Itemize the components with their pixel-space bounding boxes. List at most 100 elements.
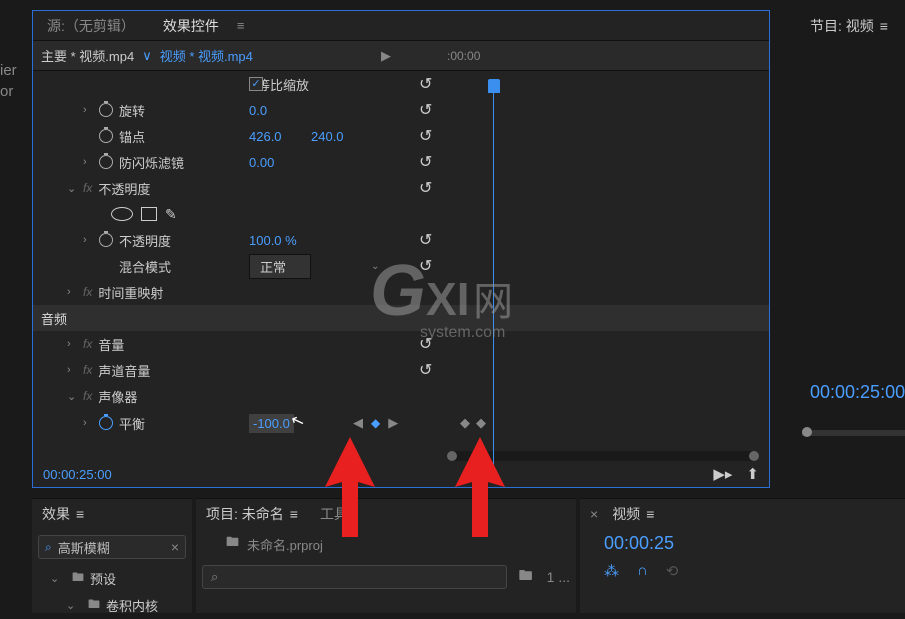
next-keyframe-icon[interactable]: ▶	[388, 415, 398, 431]
tree-presets[interactable]: ⌄ 🖿 预设	[32, 565, 192, 592]
prop-value-y[interactable]: 240.0	[311, 129, 344, 144]
twisty-icon[interactable]: ›	[67, 364, 77, 376]
link-icon[interactable]: ⟲	[666, 562, 679, 580]
reset-icon[interactable]: ↺	[419, 256, 432, 276]
timeline-panel: × 视频 ≡ 00:00:25 ⁂ ∩ ⟲	[580, 498, 905, 613]
program-timecode[interactable]: 00:00:25:00	[810, 382, 905, 403]
magnet-icon[interactable]: ∩	[637, 562, 648, 580]
twisty-icon[interactable]: ›	[67, 338, 77, 350]
reset-icon[interactable]: ↺	[419, 178, 432, 198]
section-channel-volume: › fx 声道音量 ↺	[33, 357, 769, 383]
ellipse-mask-icon[interactable]	[111, 207, 133, 221]
fx-badge-icon[interactable]: fx	[83, 337, 92, 351]
prev-keyframe-icon[interactable]: ◀	[353, 415, 363, 431]
section-label: 时间重映射	[98, 283, 163, 302]
prop-label: 锚点	[119, 127, 145, 146]
twisty-icon[interactable]: ›	[83, 104, 93, 116]
tab-timeline[interactable]: 视频	[612, 504, 640, 524]
scroll-handle-right[interactable]	[749, 451, 759, 461]
panel-footer: 00:00:25:00 ▶▸ ⬆	[33, 461, 769, 487]
stopwatch-icon[interactable]	[99, 155, 113, 169]
prop-opacity: › 不透明度 100.0 % ↺	[33, 227, 769, 253]
reset-icon[interactable]: ↺	[419, 360, 432, 380]
timeline-timecode[interactable]: 00:00:25	[580, 529, 905, 558]
clip-sequence-label[interactable]: 视频 * 视频.mp4	[160, 46, 253, 65]
close-icon[interactable]: ×	[590, 506, 598, 522]
twisty-icon[interactable]: ›	[83, 234, 93, 246]
tab-effects[interactable]: 效果	[42, 504, 70, 524]
reset-icon[interactable]: ↺	[419, 152, 432, 172]
twisty-icon[interactable]: ›	[67, 286, 77, 298]
section-opacity: ⌄ fx 不透明度 ↺	[33, 175, 769, 201]
keyframe-nav: ◀ ◆ ▶	[353, 415, 398, 431]
blend-select[interactable]: 正常	[249, 254, 311, 279]
tab-program[interactable]: 节目: 视频≡	[800, 10, 905, 42]
reset-icon[interactable]: ↺	[419, 100, 432, 120]
clear-icon[interactable]: ×	[171, 539, 179, 555]
effects-search[interactable]: ⌕ ×	[38, 535, 186, 559]
program-panel: 节目: 视频≡	[800, 10, 905, 42]
panel-menu-icon[interactable]: ≡	[880, 18, 888, 34]
tree-convolution[interactable]: ⌄ 🖿 卷积内核	[32, 592, 192, 619]
search-input[interactable]	[58, 540, 148, 555]
panel-menu-icon[interactable]: ≡	[646, 506, 654, 522]
project-file[interactable]: 🖿 未命名.prproj	[196, 529, 576, 559]
prop-value-x[interactable]: 426.0	[249, 129, 282, 144]
play-icon[interactable]: ▶	[381, 48, 391, 64]
prop-blend: 混合模式 正常 ⌄ ↺	[33, 253, 769, 279]
tab-project[interactable]: 项目: 未命名	[206, 504, 284, 524]
snap-icon[interactable]: ⁂	[604, 562, 619, 580]
search-icon: ⌕	[45, 540, 52, 555]
panel-menu-icon[interactable]: ≡	[237, 18, 245, 33]
project-search[interactable]: ⌕	[202, 565, 507, 589]
panel-menu-icon[interactable]: ≡	[76, 506, 84, 522]
prop-value[interactable]: 0.0	[249, 103, 267, 118]
reset-icon[interactable]: ↺	[419, 334, 432, 354]
clip-master-label[interactable]: 主要 * 视频.mp4	[41, 46, 134, 65]
timecode[interactable]: 00:00:25:00	[43, 467, 112, 482]
tab-source[interactable]: 源:（无剪辑）	[33, 10, 149, 42]
fx-badge-icon[interactable]: fx	[83, 285, 92, 299]
twisty-icon[interactable]: ⌄	[67, 182, 77, 195]
file-icon: 🖿	[226, 533, 239, 555]
export-icon[interactable]: ⬆	[746, 465, 759, 483]
new-bin-icon[interactable]: 🖿	[519, 565, 533, 589]
twisty-icon[interactable]: ⌄	[67, 390, 77, 403]
play-only-icon[interactable]: ▶▸	[713, 465, 732, 483]
stopwatch-icon[interactable]	[99, 103, 113, 117]
stopwatch-on-icon[interactable]	[99, 416, 113, 430]
twisty-icon: ⌄	[66, 599, 76, 612]
fx-badge-icon[interactable]: fx	[83, 389, 92, 403]
prop-antiflicker: › 防闪烁滤镜 0.00 ↺	[33, 149, 769, 175]
prop-balance: › 平衡 -100.0 ↖ ◀ ◆ ▶ ◆ ◆	[33, 409, 769, 437]
timeline-tools: ⁂ ∩ ⟲	[580, 558, 905, 584]
prop-value[interactable]: 100.0 %	[249, 233, 297, 248]
reset-icon[interactable]: ↺	[419, 230, 432, 250]
keyframe-diamond-icon[interactable]: ◆	[476, 415, 486, 431]
item-count: 1 ...	[547, 569, 570, 585]
checkbox-icon[interactable]: ✓	[249, 77, 263, 91]
panel-menu-icon[interactable]: ≡	[290, 506, 298, 522]
add-keyframe-icon[interactable]: ◆	[371, 416, 380, 430]
prop-label: 防闪烁滤镜	[119, 153, 184, 172]
fx-badge-icon[interactable]: fx	[83, 181, 92, 195]
twisty-icon[interactable]: ›	[83, 156, 93, 168]
prop-value[interactable]: 0.00	[249, 155, 274, 170]
properties-list: ✓ 等比缩放 ↺ › 旋转 0.0 ↺ 锚点 426.0 240.0 ↺ › 防…	[33, 71, 769, 455]
program-scrubber[interactable]	[802, 430, 905, 436]
reset-icon[interactable]: ↺	[419, 126, 432, 146]
stopwatch-icon[interactable]	[99, 129, 113, 143]
pen-mask-icon[interactable]: ✎	[165, 206, 177, 223]
rect-mask-icon[interactable]	[141, 207, 157, 221]
left-edge-text: ier or	[0, 60, 28, 102]
keyframe-diamond-icon[interactable]: ◆	[460, 415, 470, 431]
prop-label: 等比缩放	[257, 75, 309, 94]
reset-icon[interactable]: ↺	[419, 74, 432, 94]
tab-effect-controls[interactable]: 效果控件	[149, 10, 233, 42]
twisty-icon[interactable]: ›	[83, 417, 93, 429]
section-label: 声道音量	[98, 361, 150, 380]
playhead-marker[interactable]	[488, 79, 500, 93]
fx-badge-icon[interactable]: fx	[83, 363, 92, 377]
stopwatch-icon[interactable]	[99, 233, 113, 247]
prop-value-input[interactable]: -100.0	[249, 414, 294, 433]
